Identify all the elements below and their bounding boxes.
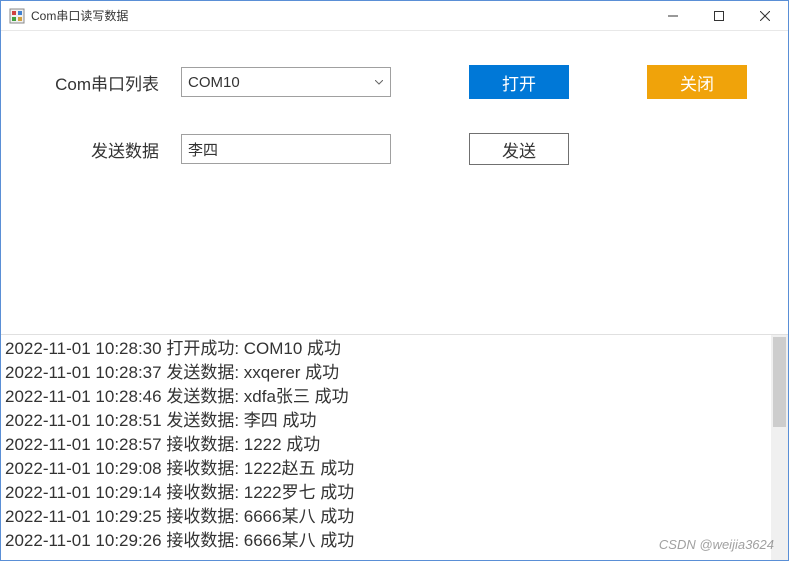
maximize-button[interactable]: [696, 1, 742, 30]
scrollbar-thumb[interactable]: [773, 337, 786, 427]
app-icon: [9, 8, 25, 24]
com-list-label: Com串口列表: [31, 70, 181, 95]
log-area: 2022-11-01 10:28:30 打开成功: COM10 成功 2022-…: [1, 334, 788, 560]
open-button[interactable]: 打开: [469, 65, 569, 99]
app-window: Com串口读写数据 Com串口列表 COM10: [0, 0, 789, 561]
close-button[interactable]: [742, 1, 788, 30]
log-line: 2022-11-01 10:28:30 打开成功: COM10 成功: [5, 337, 767, 361]
com-port-combo[interactable]: COM10: [181, 67, 391, 97]
com-port-selected: COM10: [188, 74, 240, 91]
close-port-button[interactable]: 关闭: [647, 65, 747, 99]
form-area: Com串口列表 COM10 打开 关闭 发送数据 发送: [1, 31, 788, 199]
client-area: Com串口列表 COM10 打开 关闭 发送数据 发送 2022-11-01 1…: [1, 31, 788, 560]
scrollbar[interactable]: [771, 335, 788, 560]
log-line: 2022-11-01 10:28:37 发送数据: xxqerer 成功: [5, 361, 767, 385]
minimize-button[interactable]: [650, 1, 696, 30]
log-line: 2022-11-01 10:29:14 接收数据: 1222罗七 成功: [5, 481, 767, 505]
log-line: 2022-11-01 10:28:46 发送数据: xdfa张三 成功: [5, 385, 767, 409]
chevron-down-icon: [368, 68, 390, 96]
send-data-input[interactable]: [181, 134, 391, 164]
window-title: Com串口读写数据: [31, 7, 650, 24]
log-line: 2022-11-01 10:29:25 接收数据: 6666某八 成功: [5, 505, 767, 529]
send-data-label: 发送数据: [31, 137, 181, 162]
log-line: 2022-11-01 10:28:57 接收数据: 1222 成功: [5, 433, 767, 457]
titlebar: Com串口读写数据: [1, 1, 788, 31]
log-content[interactable]: 2022-11-01 10:28:30 打开成功: COM10 成功 2022-…: [1, 335, 771, 560]
send-data-row: 发送数据 发送: [31, 133, 758, 165]
window-controls: [650, 1, 788, 30]
log-line: 2022-11-01 10:29:26 接收数据: 6666某八 成功: [5, 529, 767, 553]
log-line: 2022-11-01 10:29:08 接收数据: 1222赵五 成功: [5, 457, 767, 481]
com-list-row: Com串口列表 COM10 打开 关闭: [31, 65, 758, 99]
send-button[interactable]: 发送: [469, 133, 569, 165]
log-line: 2022-11-01 10:28:51 发送数据: 李四 成功: [5, 409, 767, 433]
